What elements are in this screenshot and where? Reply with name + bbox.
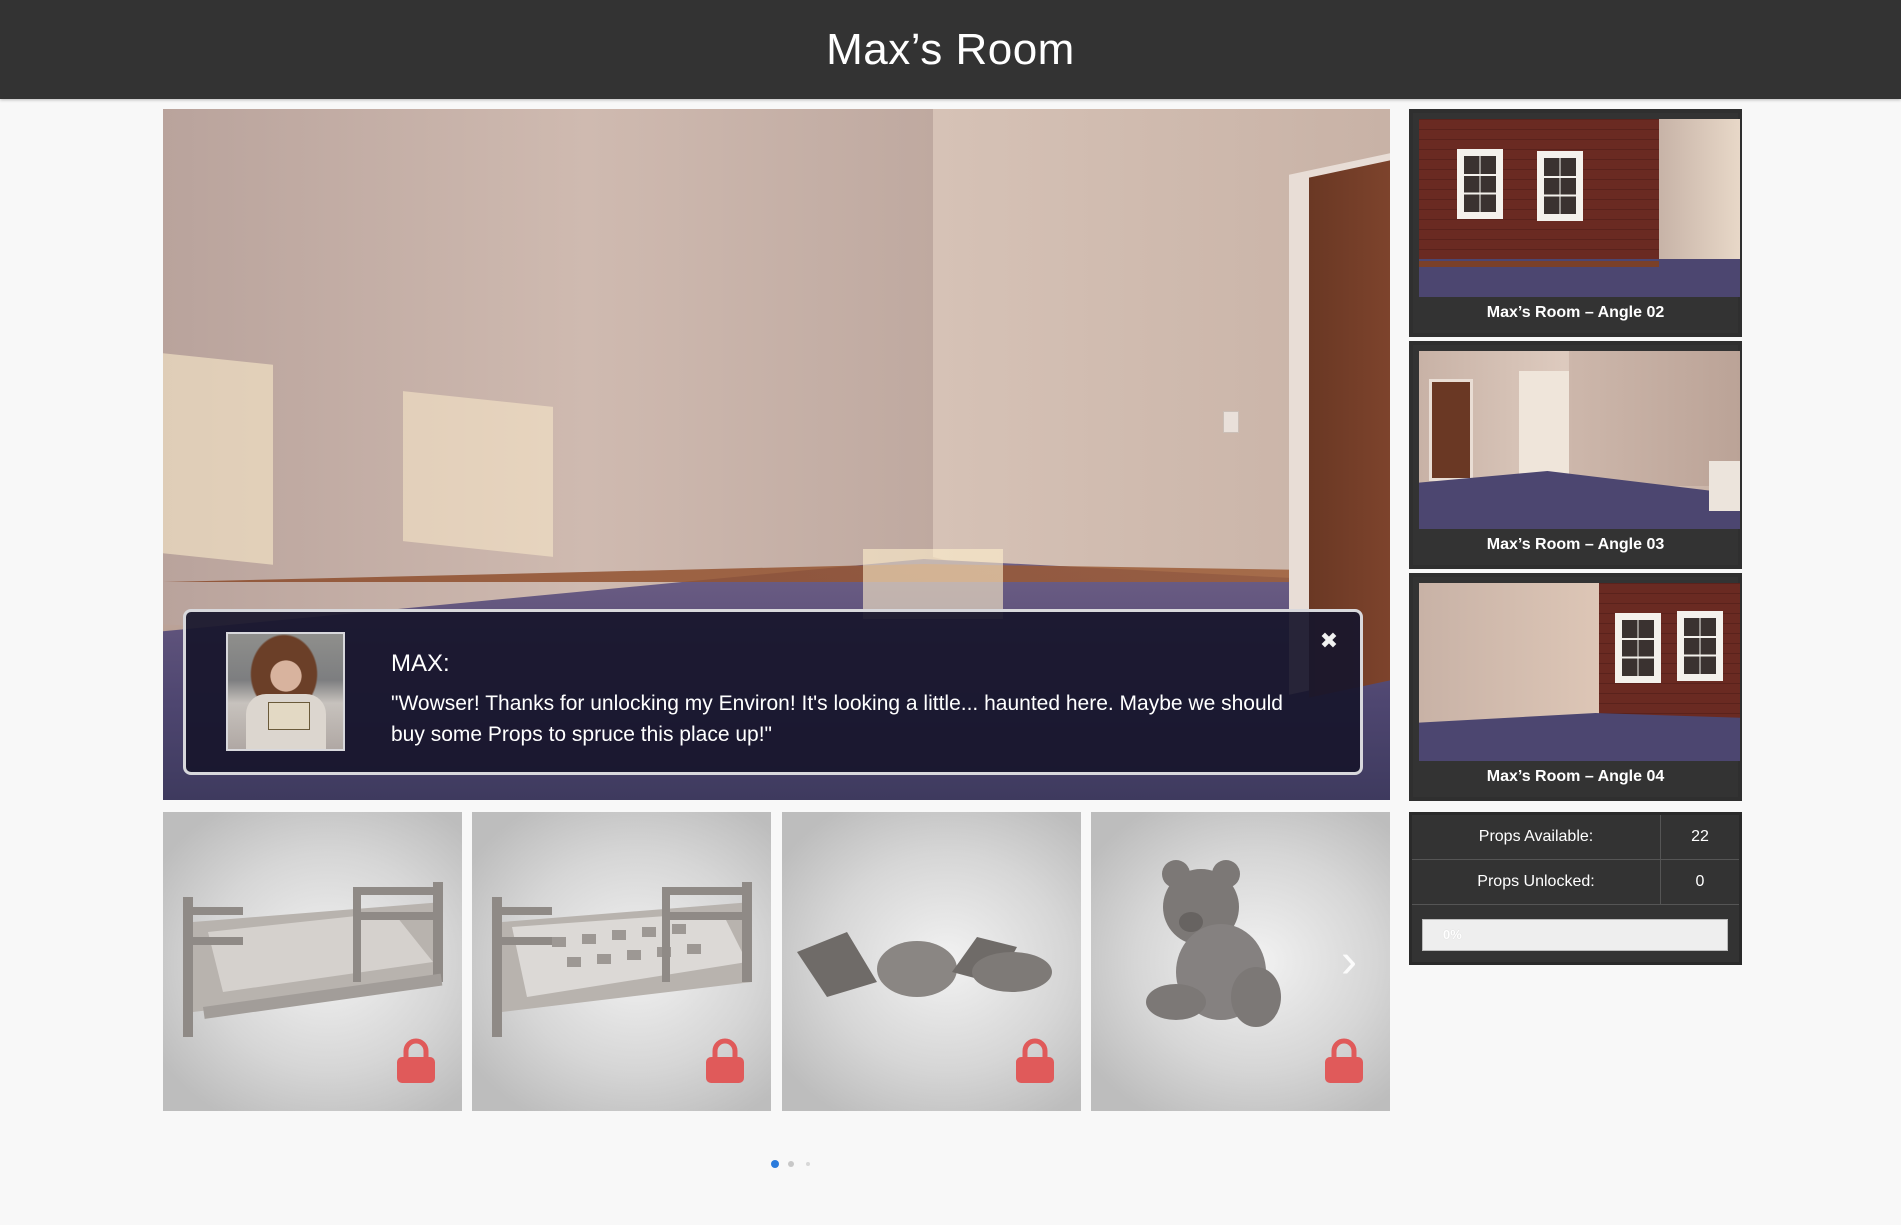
props-unlocked-label: Props Unlocked: [1412,860,1661,904]
angle-label: Max’s Room – Angle 02 [1486,304,1665,321]
dialog-speaker: MAX: [391,650,450,677]
dialog-box: MAX: "Wowser! Thanks for unlocking my En… [183,609,1363,775]
lock-icon [1325,1038,1363,1083]
prop-card-pillows[interactable] [782,812,1081,1111]
props-unlocked-value: 0 [1695,873,1705,890]
dialog-message: "Wowser! Thanks for unlocking my Environ… [391,692,1283,746]
carousel-pagination [771,1160,811,1170]
sunlight-patch [163,353,273,565]
progress-text: 0% [1443,927,1462,942]
props-unlocked-row: Props Unlocked: 0 [1412,860,1739,905]
page-title: Max’s Room [826,24,1075,74]
props-available-row: Props Available: 22 [1412,815,1739,860]
room-main-view: MAX: "Wowser! Thanks for unlocking my En… [163,109,1390,800]
props-stats-panel: Props Available: 22 Props Unlocked: 0 0% [1409,812,1742,965]
lock-icon [706,1038,744,1083]
sunlight-patch [403,391,553,557]
light-switch [1223,411,1239,433]
lock-icon [1016,1038,1054,1083]
carousel-dot-1[interactable] [771,1160,779,1168]
props-available-label: Props Available: [1412,815,1661,859]
max-avatar [226,632,345,751]
header-bar: Max’s Room [0,0,1901,99]
angle-card-02[interactable]: Max’s Room – Angle 02 [1409,109,1742,337]
angle-card-03[interactable]: Max’s Room – Angle 03 [1409,341,1742,569]
angle-thumbnail [1419,119,1740,297]
unlock-progress-bar: 0% [1422,919,1728,951]
lock-icon [397,1038,435,1083]
angle-thumbnail [1419,583,1740,761]
carousel-dot-3[interactable] [806,1162,810,1166]
props-carousel: › [163,812,1390,1111]
next-arrow-icon[interactable]: › [1332,938,1366,986]
prop-card-bed-plain[interactable] [163,812,462,1111]
close-icon[interactable]: ✖ [1318,630,1340,652]
carousel-dot-2[interactable] [788,1161,794,1167]
angle-label: Max’s Room – Angle 03 [1486,536,1665,553]
props-available-value: 22 [1691,828,1709,845]
angle-label: Max’s Room – Angle 04 [1486,768,1665,785]
angle-thumbnail [1419,351,1740,529]
angle-card-04[interactable]: Max’s Room – Angle 04 [1409,573,1742,801]
prop-card-bed-quilted[interactable] [472,812,771,1111]
prop-card-teddy-bear[interactable]: › [1091,812,1390,1111]
avatar-book [268,702,310,730]
